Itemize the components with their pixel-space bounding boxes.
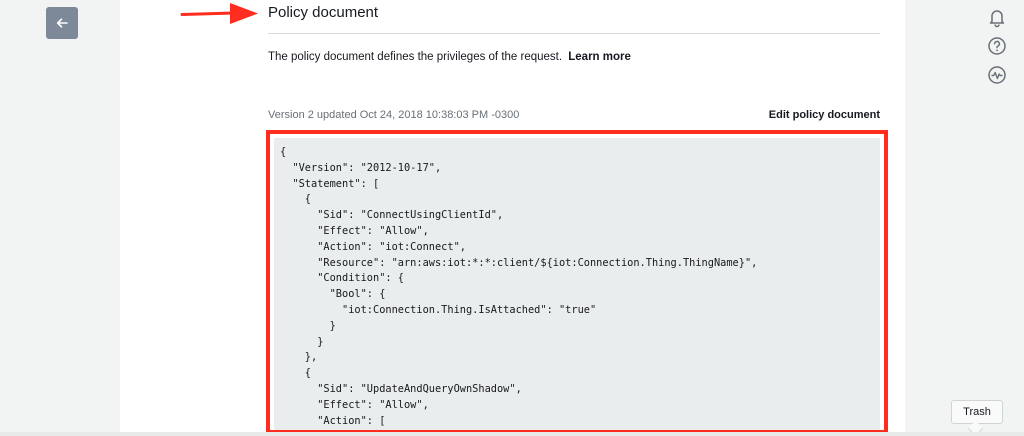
- arrow-left-icon: [56, 18, 68, 28]
- activity-icon[interactable]: [986, 64, 1008, 86]
- annotation-arrow-icon: [180, 3, 258, 24]
- learn-more-link[interactable]: Learn more: [568, 51, 631, 63]
- left-rail: [0, 0, 120, 436]
- section-description: The policy document defines the privileg…: [268, 51, 631, 63]
- section-title: Policy document: [268, 4, 379, 21]
- edit-policy-document-link[interactable]: Edit policy document: [769, 109, 880, 121]
- help-icon[interactable]: [986, 35, 1008, 57]
- policy-code-highlight: { "Version": "2012-10-17", "Statement": …: [266, 130, 888, 434]
- description-text: The policy document defines the privileg…: [268, 51, 563, 63]
- bottom-strip: [0, 432, 1024, 436]
- bell-icon[interactable]: [986, 6, 1008, 28]
- divider: [268, 33, 880, 34]
- trash-button[interactable]: Trash: [951, 400, 1003, 424]
- policy-code-box[interactable]: { "Version": "2012-10-17", "Statement": …: [274, 138, 880, 430]
- policy-json: { "Version": "2012-10-17", "Statement": …: [280, 146, 758, 427]
- back-button[interactable]: [46, 7, 78, 39]
- version-info: Version 2 updated Oct 24, 2018 10:38:03 …: [268, 109, 520, 121]
